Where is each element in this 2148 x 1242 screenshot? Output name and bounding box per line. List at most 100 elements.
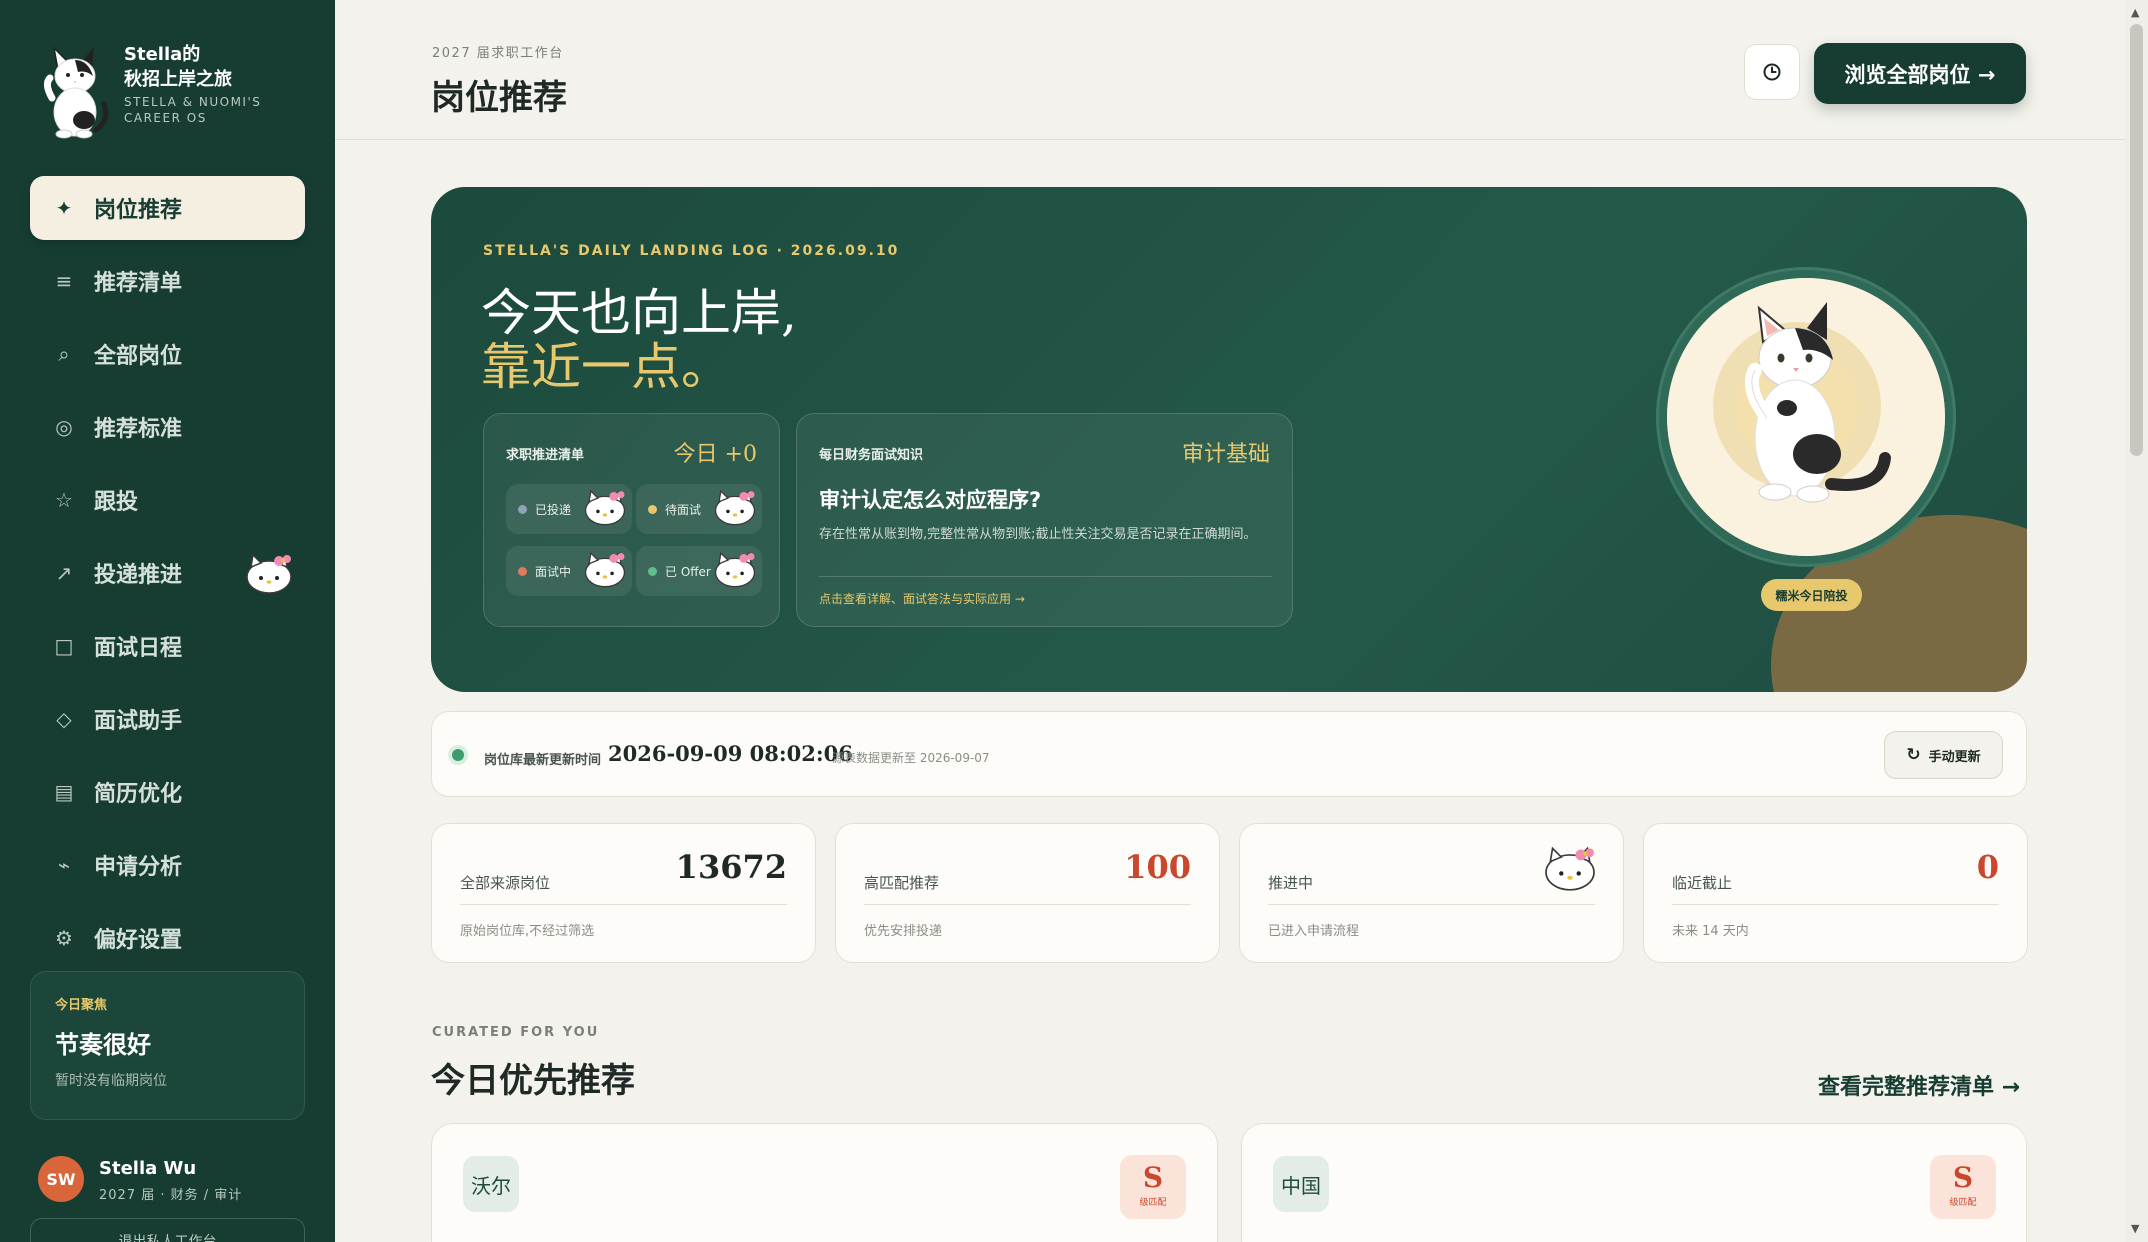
sidebar-item-label: 推荐清单	[94, 271, 183, 296]
status-dot	[518, 504, 527, 514]
view-full-list-link[interactable]: 查看完整推荐清单 →	[1818, 1069, 2020, 1101]
brand[interactable]: Stella的 秋招上岸之旅 STELLA & NUOMI'S CAREER O…	[38, 40, 318, 140]
focus-kicker: 今日聚焦	[55, 998, 108, 1013]
cat-illustration-icon	[1667, 278, 1945, 556]
company-chip: 沃尔	[463, 1156, 519, 1212]
sidebar-item-recommend-list[interactable]: ≡ 推荐清单	[30, 249, 305, 313]
topbar: 2027 届求职工作台 岗位推荐 浏览全部岗位 →	[335, 0, 2125, 140]
page-scrollbar[interactable]: ▲ ▼	[2125, 0, 2148, 1242]
stat-value: 0	[1976, 848, 1999, 886]
logout-button[interactable]: 退出私人工作台	[30, 1218, 305, 1242]
scroll-up-icon[interactable]: ▲	[2131, 6, 2139, 19]
status-dot	[518, 566, 527, 576]
sidebar-item-analysis[interactable]: ⌁ 申请分析	[30, 833, 305, 897]
hero-kicker: STELLA'S DAILY LANDING LOG · 2026.09.10	[483, 243, 900, 259]
sidebar-nav: ✦ 岗位推荐 ≡ 推荐清单 ⌕ 全部岗位 ◎ 推荐标准 ☆ 跟投 ↗ 投递推进	[30, 176, 305, 979]
browse-all-jobs-button[interactable]: 浏览全部岗位 →	[1814, 43, 2026, 104]
scroll-down-icon[interactable]: ▼	[2131, 1222, 2139, 1235]
clock-icon	[1763, 63, 1781, 81]
scrollbar-thumb[interactable]	[2130, 24, 2143, 456]
hero-banner: STELLA'S DAILY LANDING LOG · 2026.09.10 …	[431, 187, 2027, 692]
divider	[460, 904, 787, 905]
status-pill-interviewing[interactable]: 面试中	[506, 546, 632, 596]
sidebar-item-progress[interactable]: ↗ 投递推进	[30, 541, 305, 605]
gear-icon: ⚙	[55, 926, 73, 950]
quiz-kicker: 每日财务面试知识	[819, 448, 924, 463]
update-timestamp: 2026-09-09 08:02:06	[608, 741, 853, 766]
quiz-detail-link[interactable]: 点击查看详解、面试答法与实际应用 →	[819, 590, 1025, 607]
sidebar-item-label: 推荐标准	[94, 417, 183, 442]
section-kicker: CURATED FOR YOU	[432, 1025, 600, 1040]
company-chip: 中国	[1273, 1156, 1329, 1212]
avatar: SW	[38, 1156, 84, 1202]
manual-refresh-button[interactable]: ↻ 手动更新	[1884, 731, 2003, 779]
user-profile[interactable]: SW Stella Wu 2027 届 · 财务 / 审计	[38, 1154, 308, 1204]
sidebar-item-label: 跟投	[94, 490, 139, 515]
hello-kitty-icon	[584, 489, 626, 526]
status-pill-pending-interview[interactable]: 待面试	[636, 484, 762, 534]
sidebar-item-label: 全部岗位	[94, 344, 183, 369]
match-grade-badge: S 级匹配	[1930, 1155, 1996, 1219]
divider	[1268, 904, 1595, 905]
sidebar-item-interview-schedule[interactable]: □ 面试日程	[30, 614, 305, 678]
status-label: 待面试	[665, 502, 702, 517]
stat-subtitle: 未来 14 天内	[1672, 924, 1749, 939]
cat-badge: 糯米今日陪投	[1761, 579, 1862, 611]
stat-card-high-match[interactable]: 高匹配推荐 100 优先安排投递	[835, 823, 1220, 963]
divider	[864, 904, 1191, 905]
today-focus-card: 今日聚焦 节奏很好 暂时没有临期岗位	[30, 971, 305, 1120]
stat-subtitle: 已进入申请流程	[1268, 924, 1360, 939]
diamond-icon: ◇	[56, 707, 72, 731]
stat-card-in-progress[interactable]: 推进中 已进入申请流程	[1239, 823, 1624, 963]
arrow-up-right-icon: ↗	[55, 561, 73, 585]
job-card[interactable]: 中国 S 级匹配	[1241, 1123, 2027, 1242]
sidebar-item-all-jobs[interactable]: ⌕ 全部岗位	[30, 322, 305, 386]
refresh-label: 手动更新	[1928, 749, 1981, 765]
stat-value: 13672	[675, 848, 787, 886]
daily-quiz-card[interactable]: 每日财务面试知识 审计基础 审计认定怎么对应程序? 存在性常从账到物,完整性常从…	[796, 413, 1293, 627]
stat-card-all-jobs[interactable]: 全部来源岗位 13672 原始岗位库,不经过筛选	[431, 823, 816, 963]
sparkle-icon: ✦	[55, 196, 73, 220]
sidebar-item-label: 简历优化	[94, 782, 183, 807]
pipeline-today-count: 今日 +0	[673, 442, 757, 467]
sidebar-item-follow[interactable]: ☆ 跟投	[30, 468, 305, 532]
sidebar-item-label: 面试助手	[94, 709, 183, 734]
page-kicker: 2027 届求职工作台	[432, 46, 564, 61]
sidebar-item-criteria[interactable]: ◎ 推荐标准	[30, 395, 305, 459]
history-button[interactable]	[1744, 44, 1800, 100]
focus-title: 节奏很好	[55, 1030, 151, 1059]
sidebar-item-job-recommend[interactable]: ✦ 岗位推荐	[30, 176, 305, 240]
hero-headline-accent: 靠近一点。	[481, 338, 731, 396]
pipeline-title: 求职推进清单	[506, 448, 585, 463]
stat-value: 100	[1124, 848, 1191, 886]
status-pill-applied[interactable]: 已投递	[506, 484, 632, 534]
sidebar-item-resume[interactable]: ▤ 简历优化	[30, 760, 305, 824]
hello-kitty-icon	[246, 553, 292, 594]
section-title: 今日优先推荐	[431, 1061, 635, 1101]
grade-label: 级匹配	[1139, 1198, 1167, 1208]
user-name: Stella Wu	[99, 1158, 197, 1179]
sidebar-item-interview-assistant[interactable]: ◇ 面试助手	[30, 687, 305, 751]
sidebar-item-preferences[interactable]: ⚙ 偏好设置	[30, 906, 305, 970]
quiz-topic-tag: 审计基础	[1181, 442, 1270, 467]
status-dot	[648, 566, 657, 576]
stat-label: 临近截止	[1672, 874, 1733, 892]
grade-letter: S	[1142, 1161, 1164, 1194]
stat-label: 高匹配推荐	[864, 874, 940, 892]
match-grade-badge: S 级匹配	[1120, 1155, 1186, 1219]
status-label: 面试中	[535, 564, 572, 579]
sidebar: Stella的 秋招上岸之旅 STELLA & NUOMI'S CAREER O…	[0, 0, 335, 1242]
sidebar-item-label: 投递推进	[94, 563, 183, 588]
grade-letter: S	[1952, 1161, 1974, 1194]
stat-card-deadline-soon[interactable]: 临近截止 0 未来 14 天内	[1643, 823, 2028, 963]
sidebar-item-label: 岗位推荐	[94, 198, 183, 223]
page-title: 岗位推荐	[431, 78, 567, 118]
stat-subtitle: 原始岗位库,不经过筛选	[460, 924, 595, 939]
brand-subtitle: STELLA & NUOMI'S CAREER OS	[124, 95, 262, 125]
cat-logo-icon	[43, 45, 109, 139]
sidebar-item-label: 偏好设置	[94, 928, 183, 953]
pipeline-card[interactable]: 求职推进清单 今日 +0 已投递 待面试 面试中 已 Offer	[483, 413, 780, 627]
status-label: 已 Offer	[665, 564, 711, 579]
status-pill-offer[interactable]: 已 Offer	[636, 546, 762, 596]
job-card[interactable]: 沃尔 S 级匹配	[431, 1123, 1218, 1242]
